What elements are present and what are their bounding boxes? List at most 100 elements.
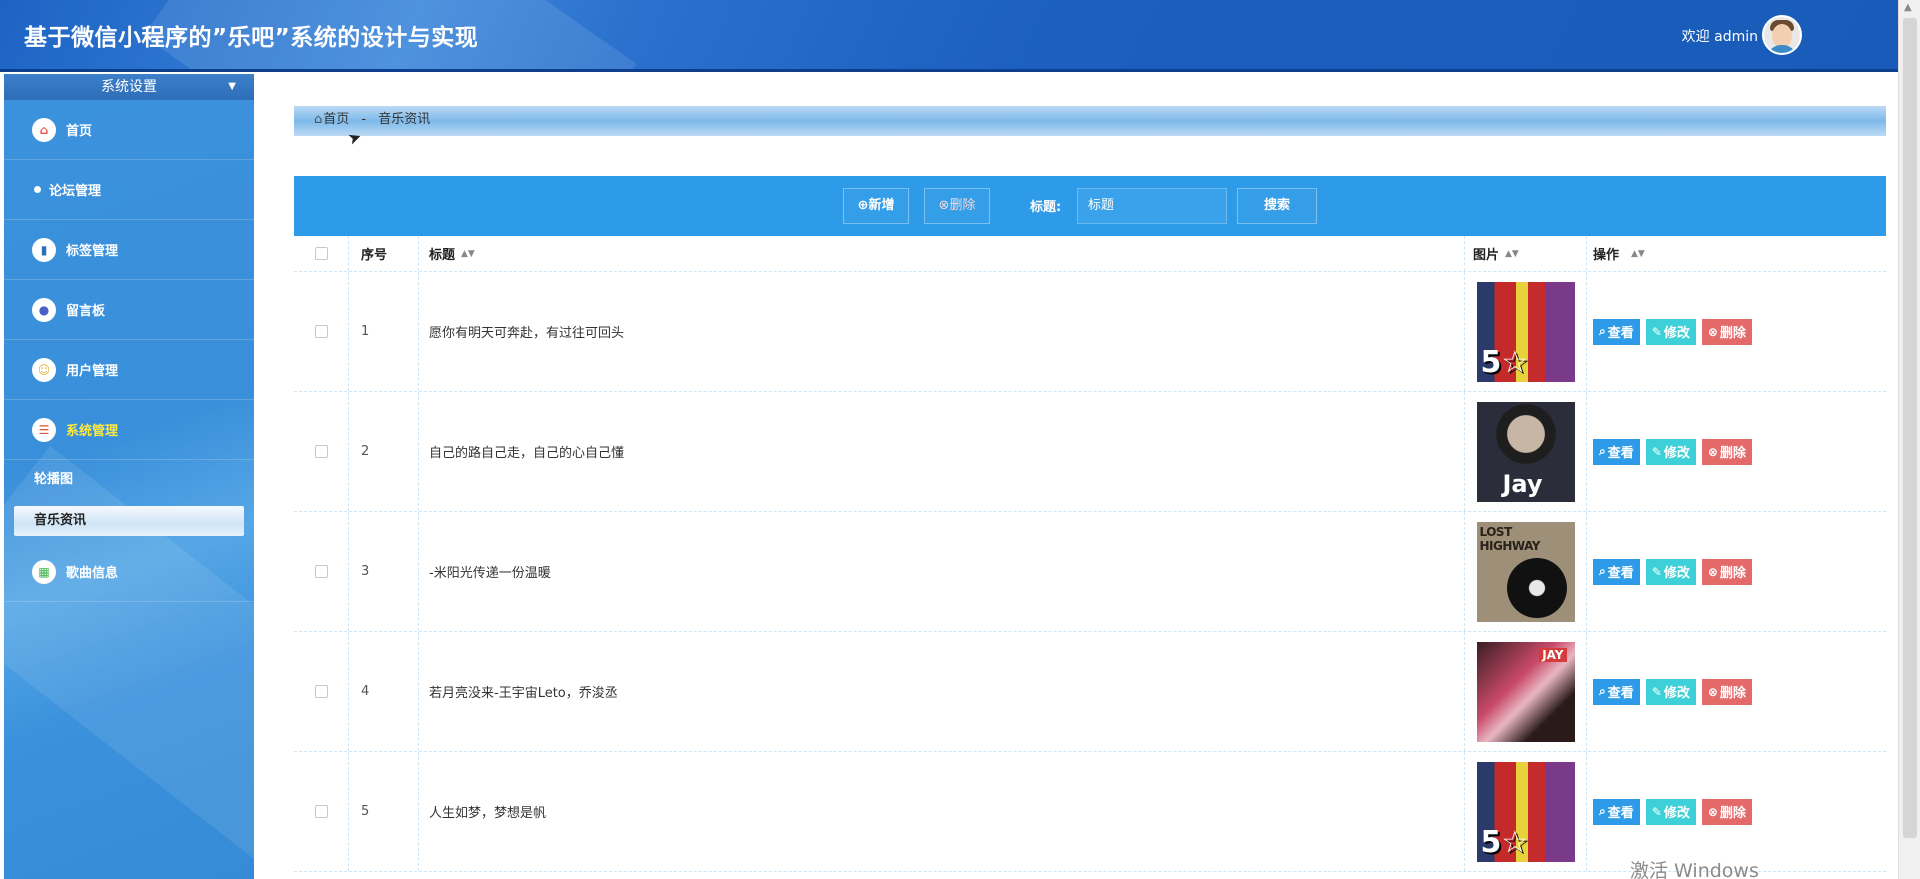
app-title: 基于微信小程序的”乐吧”系统的设计与实现 [24,25,479,51]
table-row: 5 人生如梦，梦想是帆 ⌕查看 ✎修改 ⊗删除 [294,752,1886,872]
delete-button[interactable]: ⊗ 删除 [1701,558,1752,585]
caret-down-icon: ▼ [228,81,236,92]
add-button[interactable]: ⊕新增 [843,188,909,224]
sidebar-item-label: 论坛管理 [49,184,102,199]
album-cover-image [1476,761,1575,862]
search-icon: ⌕ [1599,324,1606,338]
album-cover-image [1476,401,1575,502]
close-circle-icon: ⊗ [1707,324,1718,339]
message-icon: ● [32,297,56,322]
search-icon: ⌕ [1599,804,1606,818]
breadcrumb-home[interactable]: 首页 [323,112,349,127]
table-row: 1 愿你有明天可奔赴，有过往可回头 ⌕查看 ✎修改 ⊗删除 [294,272,1886,392]
sidebar-item-system[interactable]: ☰ 系统管理 [4,400,254,460]
row-title: 人生如梦，梦想是帆 [429,806,547,821]
search-toolbar: ⊕新增 ⊗删除 标题: 标题 搜索 [294,176,1886,236]
column-header-label: 标题 [429,248,456,263]
title-search-input[interactable]: 标题 [1077,188,1227,224]
delete-button[interactable]: ⊗ 删除 [1701,438,1752,465]
edit-icon: ✎ [1651,684,1662,699]
avatar[interactable] [1762,15,1802,55]
sort-icon[interactable]: ▲▼ [1505,249,1519,259]
sidebar-item-label: 首页 [66,124,93,139]
close-circle-icon: ⊗ [1707,804,1718,819]
sidebar-item-home[interactable]: ⌂ 首页 [4,100,254,160]
tag-icon: ▮ [32,237,56,262]
edit-label: 修改 [1663,326,1690,341]
sort-icon[interactable]: ▲▼ [461,249,475,259]
sort-icon[interactable]: ▲▼ [1631,249,1645,259]
top-header: 基于微信小程序的”乐吧”系统的设计与实现 欢迎 admin [0,0,1898,72]
select-all-cell [294,236,349,271]
row-title: -米阳光传递一份温暖 [429,566,551,581]
title-filter-label: 标题: [1030,200,1062,215]
edit-label: 修改 [1663,446,1690,461]
edit-button[interactable]: ✎ 修改 [1645,438,1696,465]
page-scrollbar[interactable]: ▲ [1898,0,1920,879]
table-header-row: 序号 标题 ▲▼ 图片 ▲▼ 操作 ▲▼ [294,236,1886,272]
sidebar-item-messages[interactable]: ● 留言板 [4,280,254,340]
row-checkbox[interactable] [314,325,328,338]
column-header-image[interactable]: 图片 ▲▼ [1465,236,1587,271]
row-checkbox[interactable] [314,445,328,458]
view-button[interactable]: ⌕ 查看 [1593,438,1640,465]
sidebar-item-songs[interactable]: ▦ 歌曲信息 [4,542,254,602]
edit-button[interactable]: ✎ 修改 [1645,318,1696,345]
view-button[interactable]: ⌕ 查看 [1593,318,1640,345]
search-icon: ⌕ [1599,564,1606,578]
view-label: 查看 [1607,566,1634,581]
row-number: 5 [361,804,370,819]
album-cover-image [1476,521,1575,622]
search-button[interactable]: 搜索 [1237,188,1317,224]
song-icon: ▦ [32,559,56,584]
delete-label: 删除 [1719,686,1746,701]
search-icon: ⌕ [1599,684,1606,698]
sidebar-item-label: 系统管理 [66,424,119,439]
view-button[interactable]: ⌕ 查看 [1593,798,1640,825]
row-checkbox[interactable] [314,805,328,818]
edit-button[interactable]: ✎ 修改 [1645,798,1696,825]
row-checkbox[interactable] [314,685,328,698]
submenu-item-carousel[interactable]: 轮播图 [4,460,254,500]
sidebar-item-tags[interactable]: ▮ 标签管理 [4,220,254,280]
select-all-checkbox[interactable] [314,247,328,260]
delete-button[interactable]: ⊗ 删除 [1701,318,1752,345]
view-button[interactable]: ⌕ 查看 [1593,558,1640,585]
sidebar-item-forum[interactable]: 论坛管理 [4,160,254,220]
scroll-up-icon[interactable]: ▲ [1904,2,1912,13]
column-header-label: 操作 [1593,248,1620,263]
edit-button[interactable]: ✎ 修改 [1645,558,1696,585]
edit-icon: ✎ [1651,444,1662,459]
row-checkbox[interactable] [314,565,328,578]
delete-label: 删除 [1719,806,1746,821]
view-label: 查看 [1607,326,1634,341]
row-number: 1 [361,324,370,339]
delete-label: 删除 [1719,326,1746,341]
search-icon: ⌕ [1599,444,1606,458]
row-number: 2 [361,444,370,459]
sidebar-item-users[interactable]: ☺ 用户管理 [4,340,254,400]
sidebar-item-label: 歌曲信息 [66,566,119,581]
column-header-label: 序号 [361,248,388,263]
delete-button[interactable]: ⊗ 删除 [1701,798,1752,825]
row-title: 自己的路自己走，自己的心自己懂 [429,446,625,461]
delete-button[interactable]: ⊗ 删除 [1701,678,1752,705]
breadcrumb-current: 音乐资讯 [378,112,431,127]
scroll-thumb[interactable] [1903,18,1917,838]
album-cover-image [1476,281,1575,382]
edit-label: 修改 [1663,566,1690,581]
music-news-table: 序号 标题 ▲▼ 图片 ▲▼ 操作 ▲▼ 1 愿你有明天可奔赴，有过往可回头 ⌕查看 … [294,236,1886,872]
table-row: 3 -米阳光传递一份温暖 ⌕查看 ✎修改 ⊗删除 [294,512,1886,632]
home-icon: ⌂ [32,117,56,142]
album-cover-image [1476,641,1575,742]
edit-button[interactable]: ✎ 修改 [1645,678,1696,705]
column-header-title[interactable]: 标题 ▲▼ [419,236,1465,271]
row-title: 若月亮没来-王宇宙Leto，乔浚丞 [429,686,618,701]
submenu-item-music-news[interactable]: 音乐资讯 [14,506,244,536]
dot-icon [34,186,41,193]
batch-delete-button[interactable]: ⊗删除 [924,188,990,224]
sidebar-section-header[interactable]: 系统设置 ▼ [4,74,254,100]
column-header-actions[interactable]: 操作 ▲▼ [1587,236,1787,271]
view-button[interactable]: ⌕ 查看 [1593,678,1640,705]
close-circle-icon: ⊗ [938,198,950,213]
